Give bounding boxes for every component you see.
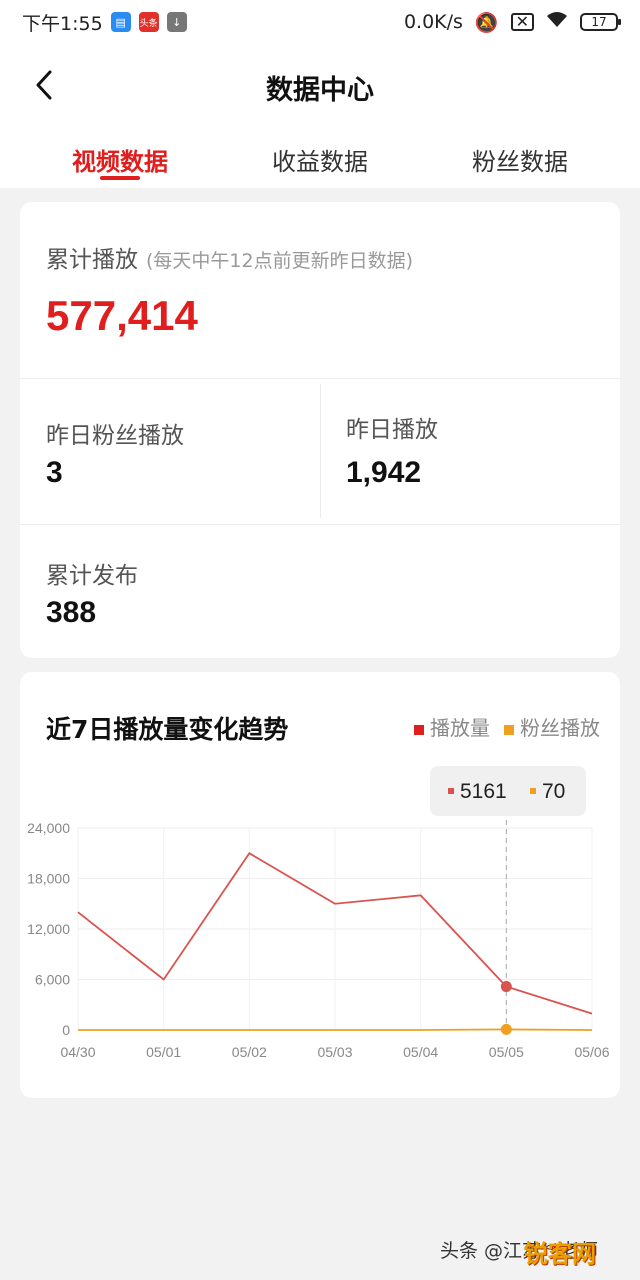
toutiao-app-icon: 头条 <box>138 12 159 32</box>
highlight-point-fan-play <box>500 1023 512 1035</box>
tooltip-swatch-play <box>448 788 454 794</box>
page-title: 数据中心 <box>266 75 374 106</box>
series-line-fan-play <box>78 1028 593 1031</box>
update-note: (每天中午12点前更新昨日数据) <box>146 250 414 272</box>
yesterday-fan-play-value: 3 <box>46 456 63 489</box>
y-tick-label: 0 <box>62 1022 70 1038</box>
active-tab-indicator <box>100 176 140 180</box>
x-tick-label: 05/03 <box>317 1044 352 1060</box>
total-published-label: 累计发布 <box>46 563 138 589</box>
divider <box>20 378 620 379</box>
status-time: 下午1:55 <box>22 12 103 35</box>
yesterday-fan-play-label: 昨日粉丝播放 <box>46 423 184 449</box>
total-published-value: 388 <box>46 596 97 629</box>
yesterday-play-value: 1,942 <box>346 456 422 489</box>
tab-video-data[interactable]: 视频数据 <box>20 142 220 177</box>
wifi-icon <box>546 11 568 34</box>
divider <box>20 524 620 525</box>
battery-level: 17 <box>591 15 607 29</box>
y-tick-label: 18,000 <box>27 871 70 887</box>
tab-bar: 视频数据 收益数据 粉丝数据 <box>0 136 640 188</box>
watermark-logo: 锐客网 <box>524 1240 596 1268</box>
x-tick-label: 05/05 <box>489 1044 524 1060</box>
tab-revenue-data[interactable]: 收益数据 <box>220 142 420 177</box>
line-chart[interactable]: 0 6,000 12,000 18,000 24,000 04/30 05/01 05/02 0… <box>20 672 620 1098</box>
total-play-value: 577,414 <box>46 292 198 339</box>
tooltip-value-play: 5161 <box>460 780 507 803</box>
tab-fans-data[interactable]: 粉丝数据 <box>420 142 620 177</box>
battery-icon: 17 <box>580 13 621 31</box>
total-play-header: 累计播放 (每天中午12点前更新昨日数据) <box>46 240 413 274</box>
highlight-point-play <box>500 981 512 993</box>
x-tick-label: 05/06 <box>574 1044 609 1060</box>
net-speed: 0.0K/s <box>403 11 463 33</box>
x-tick-label: 05/02 <box>232 1044 267 1060</box>
mute-icon: 🔕 <box>474 11 499 34</box>
x-tick-label: 05/04 <box>403 1044 438 1060</box>
y-tick-label: 12,000 <box>27 921 70 937</box>
sim-icon: ✕ <box>510 13 534 31</box>
notes-app-icon: ▤ <box>110 12 131 32</box>
y-tick-label: 24,000 <box>27 820 70 836</box>
total-play-label: 累计播放 <box>46 247 138 273</box>
yesterday-play-label: 昨日播放 <box>346 417 438 443</box>
y-tick-label: 6,000 <box>35 972 70 988</box>
summary-card: 累计播放 (每天中午12点前更新昨日数据) 577,414 昨日粉丝播放 3 昨日… <box>20 202 620 658</box>
tooltip-swatch-fan-play <box>530 788 536 794</box>
divider-vertical <box>320 384 321 518</box>
x-tick-label: 04/30 <box>60 1044 95 1060</box>
tooltip-value-fan-play: 70 <box>542 780 565 803</box>
download-icon: ↓ <box>166 12 187 32</box>
header: 数据中心 视频数据 收益数据 粉丝数据 <box>0 44 640 188</box>
status-bar: 下午1:55 ▤ 头条 ↓ 0.0K/s 🔕 ✕ 17 <box>0 0 640 44</box>
trend-chart-card: 近7日播放量变化趋势 播放量 粉丝播放 0 6,000 12,000 18,000 24… <box>20 672 620 1098</box>
x-tick-label: 05/01 <box>146 1044 181 1060</box>
